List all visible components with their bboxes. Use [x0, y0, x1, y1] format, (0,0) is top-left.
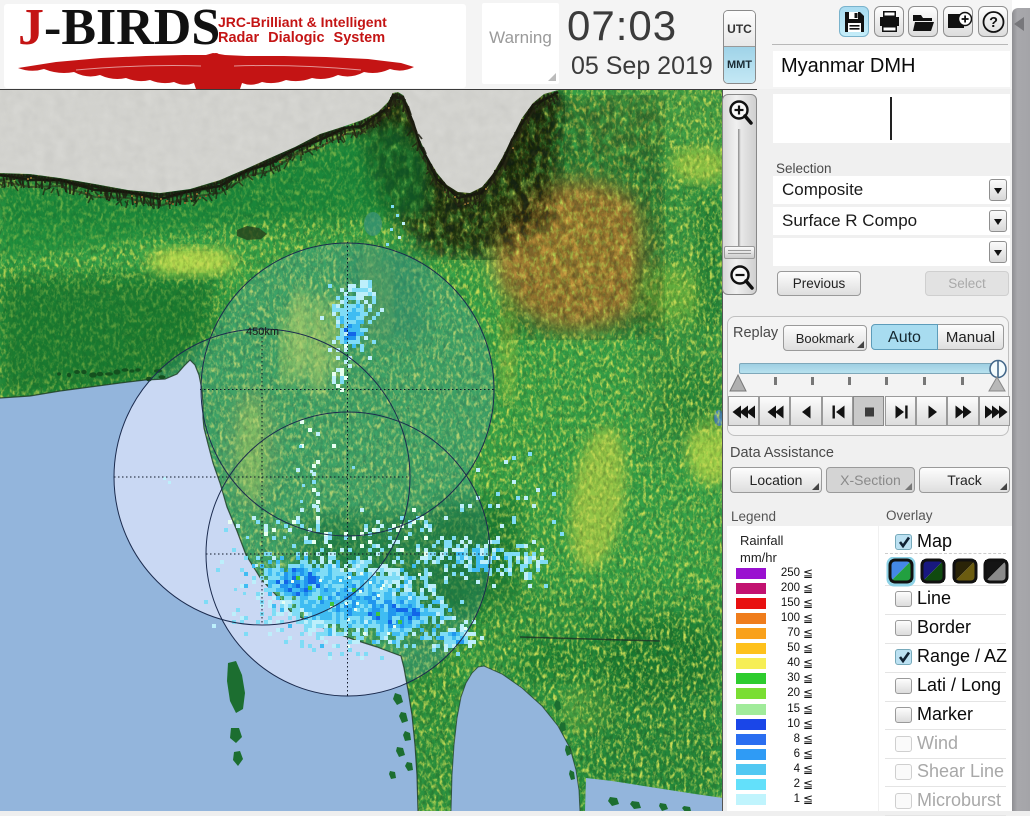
svg-text:?: ?	[989, 15, 998, 31]
svg-text:450km: 450km	[246, 326, 279, 338]
